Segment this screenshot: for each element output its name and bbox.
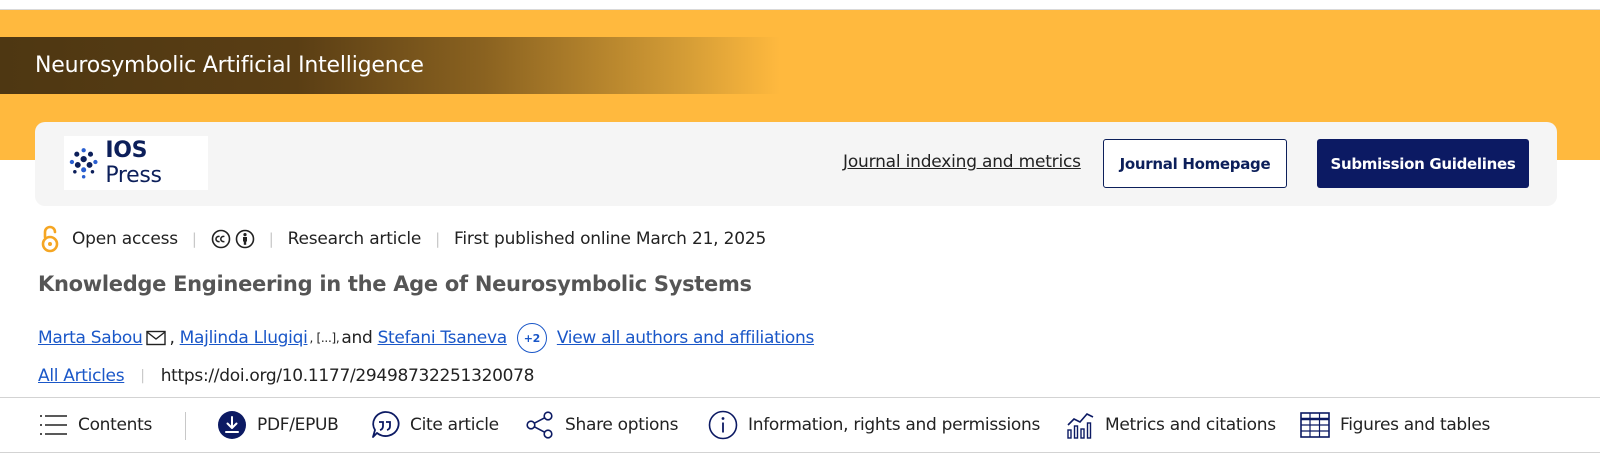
- logo-word: Press: [105, 163, 162, 188]
- email-icon[interactable]: [146, 330, 167, 346]
- authors-ellipsis: , [...],: [309, 331, 340, 345]
- toolbar-label: Share options: [565, 415, 679, 435]
- authors-row: Marta Sabou , Majlinda Llugiqi , [...], …: [38, 323, 814, 353]
- more-authors-badge[interactable]: +2: [516, 323, 547, 353]
- share-icon: [526, 411, 553, 439]
- all-articles-link[interactable]: All Articles: [38, 366, 125, 386]
- logo-word-bold: IOS: [105, 138, 148, 163]
- logo-text: IOS Press: [105, 138, 208, 188]
- metrics-icon: [1067, 413, 1094, 439]
- meta-separator: |: [191, 230, 197, 248]
- info-icon: [708, 410, 738, 440]
- toolbar-label: Contents: [78, 415, 153, 435]
- open-access-label: Open access: [72, 229, 178, 249]
- author-link[interactable]: Stefani Tsaneva: [378, 328, 508, 348]
- view-all-authors-link[interactable]: View all authors and affiliations: [557, 328, 814, 348]
- ios-press-logo[interactable]: IOS Press: [64, 136, 208, 190]
- published-date: First published online March 21, 2025: [454, 229, 767, 249]
- article-type: Research article: [287, 229, 422, 249]
- meta-separator: |: [268, 230, 274, 248]
- journal-title[interactable]: Neurosymbolic Artificial Intelligence: [35, 53, 424, 78]
- article-meta-row: Open access | | Research article | First…: [38, 224, 766, 254]
- toolbar-label: Figures and tables: [1340, 415, 1491, 435]
- download-icon: [218, 411, 246, 439]
- creative-commons-icon: [211, 229, 231, 249]
- doi-separator: |: [140, 368, 145, 384]
- table-icon: [1300, 412, 1330, 438]
- toolbar-label: Cite article: [410, 415, 499, 435]
- author-separator: ,: [169, 328, 175, 348]
- toolbar-label: Information, rights and permissions: [748, 415, 1040, 435]
- submission-guidelines-button[interactable]: Submission Guidelines: [1317, 139, 1529, 188]
- list-icon: [40, 415, 67, 435]
- publisher-bar: IOS Press Journal indexing and metrics J…: [35, 122, 1557, 206]
- open-access-lock-icon: [41, 225, 59, 253]
- toolbar-cite-article[interactable]: Cite article: [370, 398, 499, 452]
- attribution-icon: [235, 229, 255, 249]
- quote-icon: [372, 411, 400, 438]
- journal-strip: Neurosymbolic Artificial Intelligence: [0, 37, 780, 94]
- author-link[interactable]: Marta Sabou: [38, 328, 143, 348]
- doi-text[interactable]: https://doi.org/10.1177/2949873225132007…: [161, 366, 535, 386]
- toolbar-divider: [185, 412, 186, 440]
- top-rule: [0, 0, 1600, 10]
- authors-and: and: [341, 328, 373, 348]
- toolbar-figures-tables[interactable]: Figures and tables: [1300, 398, 1490, 452]
- article-title: Knowledge Engineering in the Age of Neur…: [38, 272, 752, 296]
- license-icons[interactable]: [211, 229, 255, 249]
- meta-separator: |: [435, 230, 440, 248]
- toolbar-pdf-epub[interactable]: PDF/EPUB: [217, 398, 339, 452]
- toolbar-metrics-citations[interactable]: Metrics and citations: [1065, 398, 1276, 452]
- author-link[interactable]: Majlinda Llugiqi: [180, 328, 308, 348]
- toolbar-label: Metrics and citations: [1105, 415, 1276, 435]
- article-toolbar: Contents PDF/EPUB Cite article Share opt…: [0, 397, 1600, 453]
- toolbar-label: PDF/EPUB: [257, 415, 339, 435]
- journal-homepage-button[interactable]: Journal Homepage: [1103, 139, 1287, 188]
- journal-indexing-link[interactable]: Journal indexing and metrics: [843, 152, 1081, 172]
- toolbar-contents[interactable]: Contents: [38, 398, 152, 452]
- toolbar-share-options[interactable]: Share options: [525, 398, 678, 452]
- toolbar-information-rights[interactable]: Information, rights and permissions: [708, 398, 1040, 452]
- ios-press-logo-mark-icon: [69, 148, 98, 179]
- doi-row: All Articles | https://doi.org/10.1177/2…: [38, 363, 534, 389]
